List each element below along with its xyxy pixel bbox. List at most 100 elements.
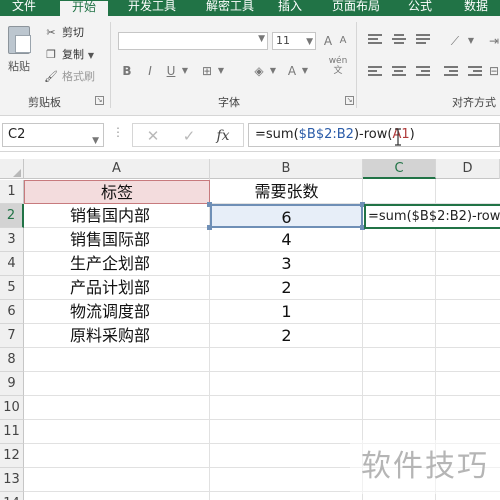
row-header-11[interactable]: 11 (0, 420, 24, 444)
paste-icon[interactable] (8, 26, 31, 54)
column-header-c[interactable]: C (363, 159, 436, 179)
range-handle[interactable] (207, 202, 212, 207)
enter-icon[interactable]: ✓ (177, 126, 201, 146)
chevron-down-icon[interactable]: ▼ (180, 62, 190, 80)
wrap-text-icon[interactable]: ⇥ (488, 32, 500, 50)
chevron-down-icon[interactable]: ▼ (92, 130, 99, 152)
font-color-icon[interactable]: A (284, 62, 300, 80)
tab-data[interactable]: 数据 (452, 0, 500, 16)
chevron-down-icon[interactable]: ▼ (466, 32, 476, 50)
row-header-5[interactable]: 5 (0, 276, 24, 300)
tab-formulas[interactable]: 公式 (400, 0, 440, 16)
cell-c2-editor[interactable]: =sum($B$2:B2)-row( (364, 204, 500, 229)
copy-button[interactable]: ❐ 复制 ▼ (44, 46, 102, 64)
cell-b1[interactable]: 需要张数 (210, 180, 363, 204)
cell-a1[interactable]: 标签 (24, 180, 210, 204)
tab-page-layout[interactable]: 页面布局 (326, 0, 386, 16)
font-size-select[interactable]: 11 ▼ (272, 32, 316, 50)
orientation-icon[interactable]: ⟋ (444, 32, 466, 50)
cell-b3[interactable]: 4 (210, 228, 363, 252)
scissors-icon: ✂ (46, 26, 56, 39)
row-header-7[interactable]: 7 (0, 324, 24, 348)
row-header-2[interactable]: 2 (0, 204, 24, 228)
align-center-icon[interactable] (392, 66, 406, 78)
name-box[interactable]: C2 ▼ (2, 123, 104, 147)
formula-input[interactable]: =sum($B$2:B2)-row(A1) (248, 123, 500, 147)
formula-suffix: ) (409, 127, 415, 142)
cut-button[interactable]: ✂ 剪切 (44, 24, 84, 42)
phonetic-guide-icon[interactable]: wén 文 (326, 56, 350, 76)
tab-decrypt-tools[interactable]: 解密工具 (196, 0, 264, 16)
formula-ref-range: $B$2:B2 (298, 127, 354, 142)
cell-b6[interactable]: 1 (210, 300, 363, 324)
chevron-down-icon[interactable]: ▼ (268, 62, 278, 80)
group-divider (356, 22, 357, 108)
row-header-14[interactable]: 14 (0, 492, 24, 500)
select-all-corner[interactable] (0, 159, 24, 179)
font-size-value: 11 (276, 34, 290, 47)
row-header-10[interactable]: 10 (0, 396, 24, 420)
font-launcher-icon[interactable]: ↘ (345, 96, 354, 105)
chevron-down-icon: ▼ (306, 37, 313, 47)
paste-button-label[interactable]: 粘贴 (8, 58, 30, 74)
align-right-icon[interactable] (416, 66, 430, 78)
increase-indent-icon[interactable] (468, 66, 482, 78)
chevron-down-icon: ▼ (258, 34, 265, 44)
cell-a4[interactable]: 生产企划部 (24, 252, 210, 276)
column-header-d[interactable]: D (436, 159, 500, 179)
align-bottom-icon[interactable] (416, 34, 430, 46)
chevron-down-icon[interactable]: ▼ (84, 47, 98, 65)
cell-b2[interactable]: 6 (210, 204, 363, 228)
format-painter-button[interactable]: 🖌 格式刷 (44, 68, 95, 86)
row-header-12[interactable]: 12 (0, 444, 24, 468)
row-header-4[interactable]: 4 (0, 252, 24, 276)
row-header-6[interactable]: 6 (0, 300, 24, 324)
more-options-icon[interactable]: ⋮ (112, 125, 124, 139)
align-top-icon[interactable] (368, 34, 382, 46)
column-header-a[interactable]: A (24, 159, 210, 179)
cell-a2[interactable]: 销售国内部 (24, 204, 210, 228)
grow-font-icon[interactable]: A (320, 32, 336, 50)
tab-file[interactable]: 文件 (0, 0, 48, 16)
bold-icon[interactable]: B (120, 62, 134, 80)
formula-prefix: =sum( (255, 127, 299, 142)
font-name-select[interactable]: ▼ (118, 32, 268, 50)
align-left-icon[interactable] (368, 66, 382, 78)
gridline (24, 371, 500, 372)
cell-a7[interactable]: 原料采购部 (24, 324, 210, 348)
range-handle[interactable] (207, 225, 212, 230)
tab-home[interactable]: 开始 (60, 0, 108, 16)
row-header-13[interactable]: 13 (0, 468, 24, 492)
tab-developer[interactable]: 开发工具 (118, 0, 186, 16)
watermark: 软件技巧 (350, 440, 500, 494)
fill-color-icon[interactable]: ◈ (250, 62, 268, 80)
decrease-indent-icon[interactable] (444, 66, 458, 78)
formula-middle: )-row( (353, 127, 393, 142)
tab-insert[interactable]: 插入 (270, 0, 310, 16)
row-header-8[interactable]: 8 (0, 348, 24, 372)
cell-b7[interactable]: 2 (210, 324, 363, 348)
alignment-group-label: 对齐方式 (452, 96, 496, 109)
cell-a6[interactable]: 物流调度部 (24, 300, 210, 324)
row-header-9[interactable]: 9 (0, 372, 24, 396)
merge-center-icon[interactable]: ⊟ (488, 62, 500, 80)
align-middle-icon[interactable] (392, 34, 406, 46)
cell-a3[interactable]: 销售国际部 (24, 228, 210, 252)
column-header-b[interactable]: B (210, 159, 363, 179)
clipboard-launcher-icon[interactable]: ↘ (95, 96, 104, 105)
chevron-down-icon[interactable]: ▼ (300, 62, 310, 80)
cell-a5[interactable]: 产品计划部 (24, 276, 210, 300)
borders-icon[interactable]: ⊞ (198, 62, 216, 80)
row-header-1[interactable]: 1 (0, 180, 24, 204)
cancel-icon[interactable]: ✕ (141, 126, 165, 146)
italic-icon[interactable]: I (143, 62, 157, 80)
row-header-3[interactable]: 3 (0, 228, 24, 252)
ribbon: 粘贴 ✂ 剪切 ❐ 复制 ▼ 🖌 格式刷 剪贴板 ↘ ▼ 11 ▼ A A B I U ▼… (0, 16, 500, 116)
chevron-down-icon[interactable]: ▼ (216, 62, 226, 80)
insert-function-icon[interactable]: fx (211, 126, 235, 146)
cell-b4[interactable]: 3 (210, 252, 363, 276)
clipboard-group-label: 剪贴板 (28, 96, 61, 109)
cell-b5[interactable]: 2 (210, 276, 363, 300)
shrink-font-icon[interactable]: A (336, 32, 350, 50)
underline-icon[interactable]: U (164, 62, 178, 80)
